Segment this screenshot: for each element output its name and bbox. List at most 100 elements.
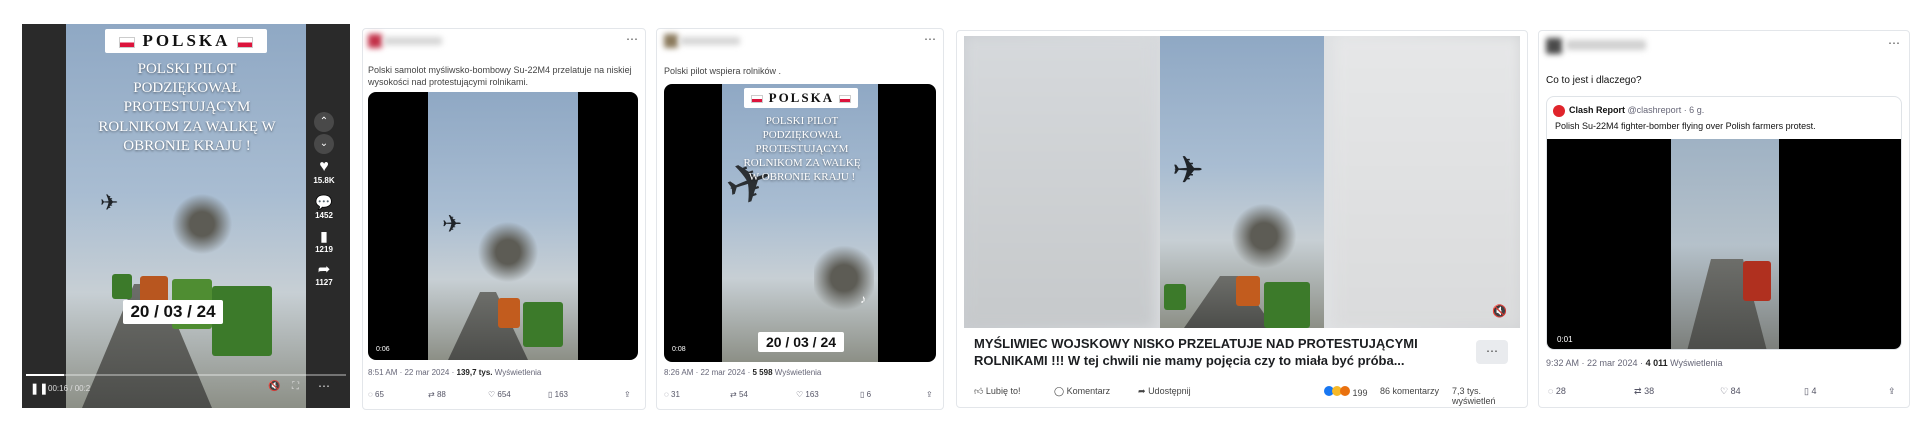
date-label: 20 / 03 / 24 xyxy=(758,332,844,352)
scroll-down-button[interactable]: ⌄ xyxy=(314,134,334,154)
username-redacted xyxy=(680,37,740,45)
like-button[interactable]: 👍︎ Lubię to! xyxy=(974,386,1020,397)
quote-avatar xyxy=(1553,105,1565,117)
share-icon: ⇪ xyxy=(1888,386,1896,396)
bookmark-button[interactable]: ▯ 4 xyxy=(1804,386,1816,397)
tree xyxy=(172,184,232,284)
share-button[interactable]: ⇪ xyxy=(1888,386,1896,397)
video-caption: POLSKI PILOT PODZIĘKOWAŁ PROTESTUJĄCYM R… xyxy=(743,115,861,184)
quote-author: Clash Report xyxy=(1569,105,1626,115)
more-icon[interactable]: ⋯ xyxy=(626,32,639,46)
x-post-panel-1: ⋯ Polski samolot myśliwsko-bombowy Su-22… xyxy=(362,28,646,410)
time-display: 00:16 / 00:2 xyxy=(48,384,91,393)
reply-button[interactable]: ◌ 28 xyxy=(1548,386,1566,396)
video-player[interactable]: ✈ 🔇 xyxy=(964,36,1520,328)
comment-icon: ◯ xyxy=(1054,386,1065,396)
heart-icon: ♡ xyxy=(796,390,804,399)
more-options-button[interactable]: ⋯ xyxy=(1476,340,1508,364)
like-button[interactable]: ♥ 15.8K xyxy=(308,158,340,185)
like-button[interactable]: ♡ 163 xyxy=(796,390,819,399)
plane-icon: ✈ xyxy=(100,190,119,215)
bookmark-icon: ▯ xyxy=(548,390,553,399)
save-button[interactable]: ▮ 1219 xyxy=(308,228,340,254)
plane-icon: ✈ xyxy=(1172,150,1204,192)
more-icon[interactable]: ⋯ xyxy=(318,379,330,393)
action-bar: 👍︎ Lubię to! ◯ Komentarz ➦ Udostępnij 19… xyxy=(974,386,1522,406)
share-icon: ➦ xyxy=(317,261,331,278)
scroll-up-button[interactable]: ⌃ xyxy=(314,112,334,132)
reply-icon: ◌ xyxy=(664,390,669,399)
facebook-post-panel: ✈ 🔇 MYŚLIWIEC WOJSKOWY NISKO PRZELATUJE … xyxy=(956,30,1528,408)
volume-icon[interactable]: 🔇 xyxy=(1492,304,1507,318)
share-icon: ⇪ xyxy=(624,390,631,399)
plane-icon: ✈ xyxy=(442,211,463,238)
x-post-panel-2: ⋯ Polski pilot wspiera rolników . ✈ POLS… xyxy=(656,28,944,410)
reply-button[interactable]: ◌ 65 xyxy=(368,390,384,399)
reply-button[interactable]: ◌ 31 xyxy=(664,390,680,399)
video-duration: 0:08 xyxy=(672,346,686,353)
polska-banner: POLSKA xyxy=(744,88,858,108)
share-icon: ⇪ xyxy=(926,390,933,399)
flag-icon xyxy=(838,95,851,104)
post-meta: 9:32 AM · 22 mar 2024 · 4 011 Wyświetlen… xyxy=(1546,358,1723,368)
heart-icon: ♡ xyxy=(1720,386,1729,396)
more-icon[interactable]: ⋯ xyxy=(1888,36,1901,50)
x-quote-post-panel: ⋯ Co to jest i dlaczego? Clash Report @c… xyxy=(1538,30,1910,408)
action-bar: ◌ 65 ⇄ 88 ♡ 654 ▯ 163 ⇪ xyxy=(368,390,640,404)
tree xyxy=(814,234,874,344)
video-player[interactable]: ✈ 0:06 xyxy=(368,92,638,360)
flag-icon xyxy=(119,36,136,48)
share-button[interactable]: ⇪ xyxy=(624,390,631,399)
avatar xyxy=(664,34,678,48)
flag-icon xyxy=(751,95,764,104)
angry-reaction-icon xyxy=(1340,386,1350,396)
comments-count[interactable]: 86 komentarzy xyxy=(1380,386,1439,396)
video-player[interactable]: ✈ POLSKA POLSKI PILOT PODZIĘKOWAŁ PROTES… xyxy=(664,84,936,362)
heart-icon: ♥ xyxy=(319,158,329,175)
repost-button[interactable]: ⇄ 88 xyxy=(428,390,446,399)
tractor xyxy=(112,274,132,299)
tree xyxy=(478,212,538,312)
share-icon: ➦ xyxy=(1138,386,1146,396)
username-redacted xyxy=(1566,40,1646,50)
post-text: Polski pilot wspiera rolników . xyxy=(664,66,782,76)
post-text: Co to jest i dlaczego? xyxy=(1546,75,1642,86)
fullscreen-icon[interactable]: ⛶ xyxy=(292,381,299,392)
bookmark-button[interactable]: ▯ 163 xyxy=(548,390,568,399)
comment-icon: 💬 xyxy=(315,194,333,210)
quoted-tweet[interactable]: Clash Report @clashreport · 6 g. Polish … xyxy=(1546,96,1902,350)
pause-icon[interactable]: ❚❚ xyxy=(30,382,48,395)
polska-banner: POLSKA xyxy=(105,29,267,53)
repost-button[interactable]: ⇄ 54 xyxy=(730,390,748,399)
tractor xyxy=(1743,261,1771,301)
heart-icon: ♡ xyxy=(488,390,496,399)
quote-handle: @clashreport · 6 g. xyxy=(1627,105,1705,115)
flag-icon xyxy=(236,36,253,48)
more-icon[interactable]: ⋯ xyxy=(924,32,937,46)
share-button[interactable]: ⇪ xyxy=(926,390,933,399)
quote-text: Polish Su-22M4 fighter-bomber flying ove… xyxy=(1555,121,1816,131)
bookmark-button[interactable]: ▯ 6 xyxy=(860,390,871,399)
action-bar: ◌ 31 ⇄ 54 ♡ 163 ▯ 6 ⇪ xyxy=(664,390,936,404)
bookmark-icon: ▮ xyxy=(320,228,328,244)
comment-button[interactable]: ◯ Komentarz xyxy=(1054,386,1110,397)
like-button[interactable]: ♡ 84 xyxy=(1720,386,1741,397)
tractor xyxy=(1164,284,1186,310)
video-player[interactable]: 0:01 xyxy=(1547,139,1901,349)
action-bar: ◌ 28 ⇄ 38 ♡ 84 ▯ 4 ⇪ xyxy=(1548,386,1904,400)
avatar xyxy=(368,34,382,48)
reactions-summary[interactable]: 199 xyxy=(1324,386,1368,398)
volume-icon[interactable]: 🔇 xyxy=(268,381,280,392)
progress-bar[interactable] xyxy=(26,374,346,376)
reply-icon: ◌ xyxy=(1548,386,1554,396)
post-meta: 8:26 AM · 22 mar 2024 · 5 598 Wyświetlen… xyxy=(664,368,822,377)
repost-icon: ⇄ xyxy=(1634,386,1642,396)
share-button[interactable]: ➦ Udostępnij xyxy=(1138,386,1191,397)
bookmark-icon: ▯ xyxy=(1804,386,1809,396)
repost-button[interactable]: ⇄ 38 xyxy=(1634,386,1654,397)
comment-button[interactable]: 💬 1452 xyxy=(308,194,340,220)
share-button[interactable]: ➦ 1127 xyxy=(308,260,340,287)
video-duration: 0:01 xyxy=(1557,335,1573,344)
reply-icon: ◌ xyxy=(368,390,373,399)
like-button[interactable]: ♡ 654 xyxy=(488,390,511,399)
